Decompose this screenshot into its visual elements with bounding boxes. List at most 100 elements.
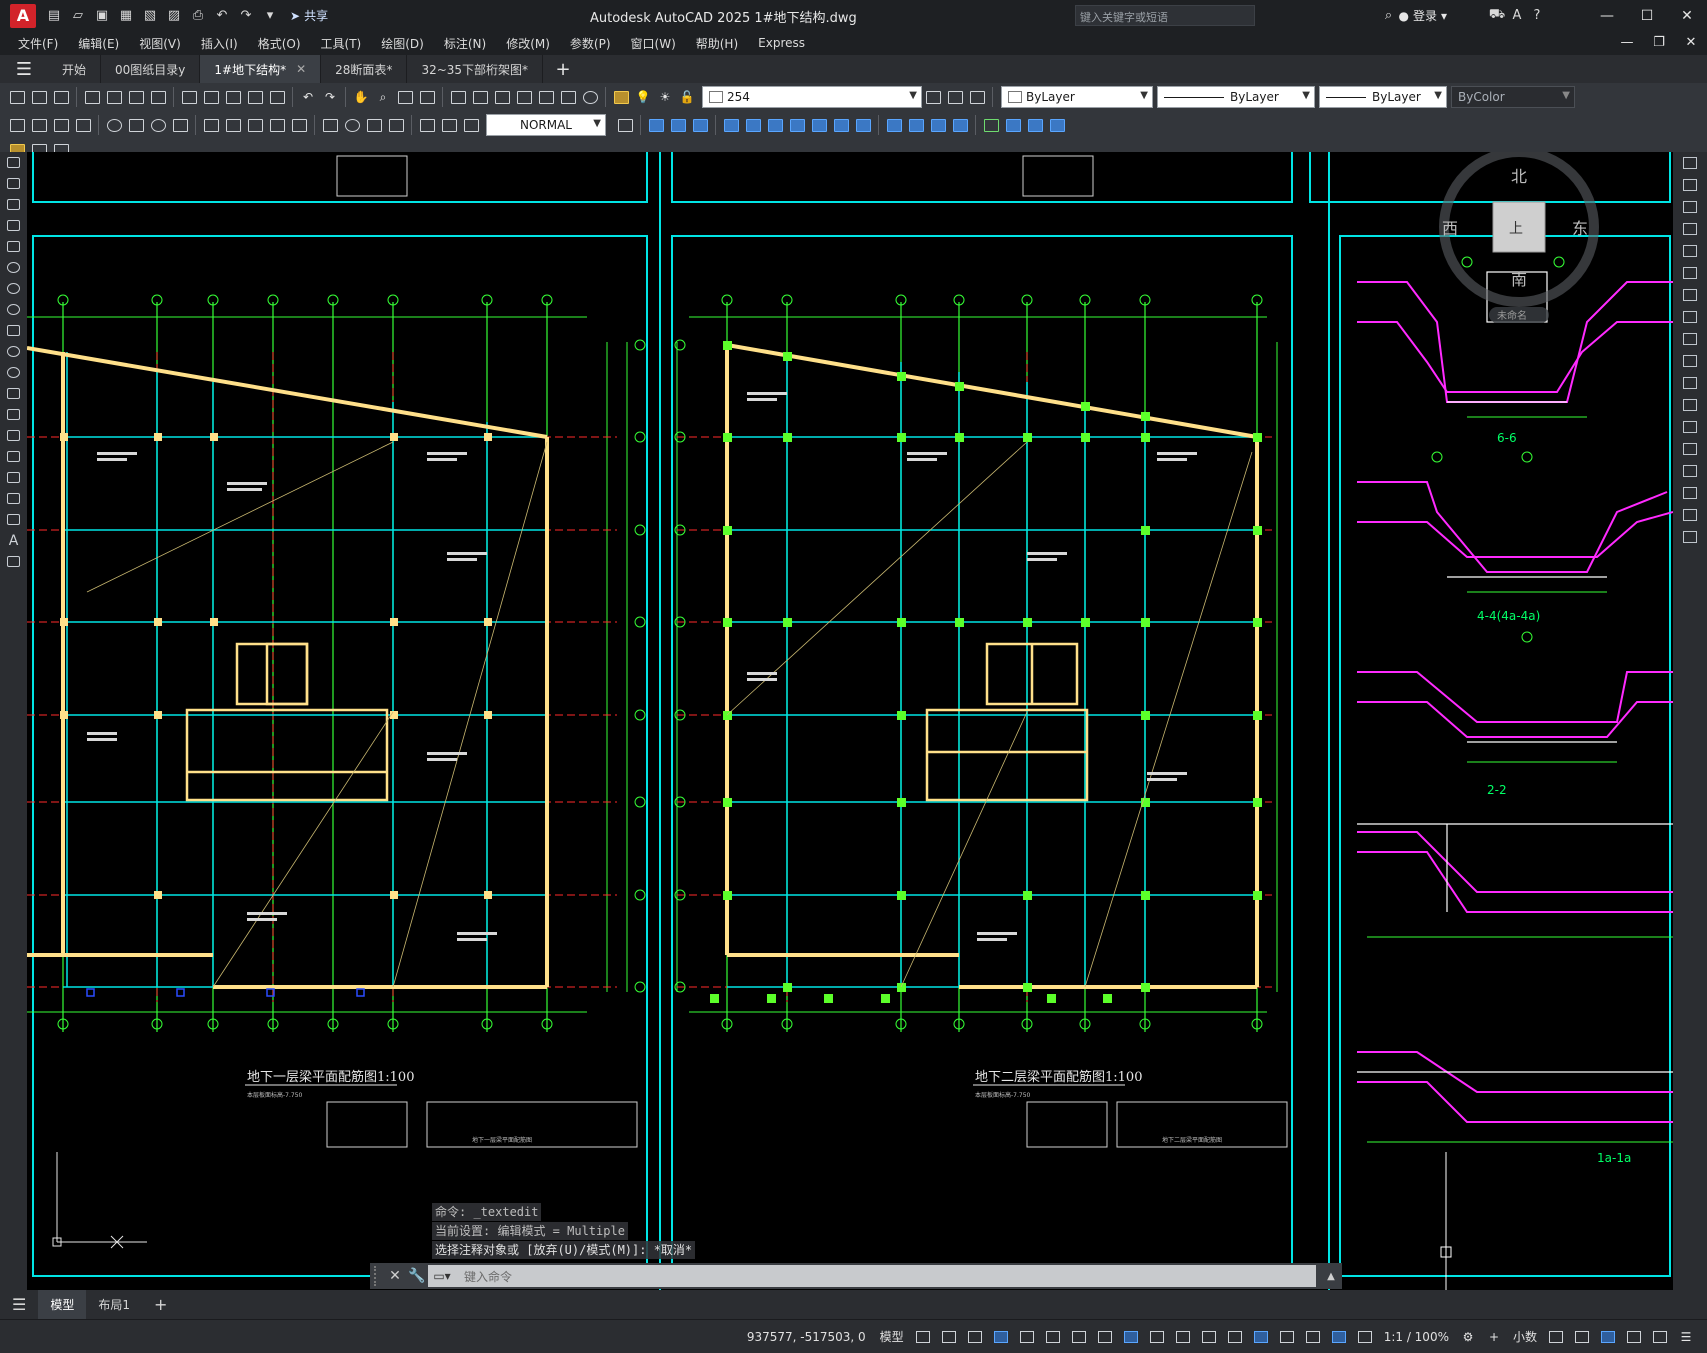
arc-length-icon[interactable] bbox=[50, 114, 72, 136]
paste-icon[interactable] bbox=[222, 86, 244, 108]
new-icon[interactable] bbox=[6, 86, 28, 108]
polar-tracking-icon[interactable] bbox=[1042, 1326, 1064, 1348]
viewcube[interactable]: 北 南 西 东 上 未命名 bbox=[1439, 152, 1599, 323]
plot-preview-icon[interactable] bbox=[103, 86, 125, 108]
copy-object-icon[interactable] bbox=[1673, 174, 1707, 196]
quick-dim-icon[interactable] bbox=[200, 114, 222, 136]
properties-icon[interactable] bbox=[447, 86, 469, 108]
convert-to-solid-icon[interactable] bbox=[1024, 114, 1046, 136]
extend-icon[interactable] bbox=[1673, 372, 1707, 394]
plot-icon[interactable]: ⎙ bbox=[188, 6, 208, 26]
tab-truss-drawing[interactable]: 32~35下部桁架图* bbox=[407, 55, 544, 83]
open-file-icon[interactable]: ▱ bbox=[68, 6, 88, 26]
table-icon[interactable] bbox=[0, 509, 27, 530]
erase-icon[interactable] bbox=[1673, 152, 1707, 174]
menu-file[interactable]: 文件(F) bbox=[0, 35, 68, 52]
history-toggle-icon[interactable]: ▲ bbox=[1320, 1271, 1342, 1282]
recent-commands-icon[interactable]: ▭▾ bbox=[428, 1265, 456, 1287]
lock-ui-icon[interactable] bbox=[1571, 1326, 1593, 1348]
mirror-icon[interactable] bbox=[1673, 196, 1707, 218]
copy-icon[interactable] bbox=[200, 86, 222, 108]
undo-icon[interactable]: ↶ bbox=[297, 86, 319, 108]
doc-minimize-button[interactable]: — bbox=[1611, 31, 1643, 55]
lineweight-display-icon[interactable] bbox=[1146, 1326, 1168, 1348]
subtract-icon[interactable] bbox=[742, 114, 764, 136]
offset-icon[interactable] bbox=[1673, 218, 1707, 240]
rotate-icon[interactable] bbox=[1673, 284, 1707, 306]
doc-close-button[interactable]: ✕ bbox=[1675, 31, 1707, 55]
wedge-icon[interactable] bbox=[667, 114, 689, 136]
annotation-monitor-icon[interactable]: + bbox=[1483, 1326, 1505, 1348]
ortho-icon[interactable] bbox=[1016, 1326, 1038, 1348]
tab-basement-structure[interactable]: 1#地下结构* ✕ bbox=[200, 55, 322, 83]
revcloud-icon[interactable] bbox=[0, 299, 27, 320]
tool-palettes-icon[interactable] bbox=[491, 86, 513, 108]
layer-previous-icon[interactable] bbox=[944, 86, 966, 108]
make-block-icon[interactable] bbox=[0, 404, 27, 425]
customize-wrench-icon[interactable]: 🔧 bbox=[406, 1268, 428, 1284]
tab-start[interactable]: 开始 bbox=[48, 55, 102, 83]
viewcube-west[interactable]: 西 bbox=[1442, 219, 1458, 238]
coordinates-readout[interactable]: 937577, -517503, 0 bbox=[747, 1330, 866, 1344]
calculator-icon[interactable] bbox=[557, 86, 579, 108]
layer-properties-icon[interactable] bbox=[610, 86, 632, 108]
close-icon[interactable]: ✕ bbox=[384, 1268, 406, 1284]
3d-osnap-icon[interactable] bbox=[1224, 1326, 1246, 1348]
menu-dimension[interactable]: 标注(N) bbox=[434, 35, 496, 52]
rectangle-icon[interactable] bbox=[0, 236, 27, 257]
aligned-dim-icon[interactable] bbox=[28, 114, 50, 136]
scale-icon[interactable] bbox=[1673, 306, 1707, 328]
isodraft-icon[interactable] bbox=[1068, 1326, 1090, 1348]
stretch-icon[interactable] bbox=[1673, 328, 1707, 350]
gizmo-icon[interactable] bbox=[1302, 1326, 1324, 1348]
mtext-icon[interactable]: A bbox=[0, 530, 27, 551]
ordinate-dim-icon[interactable] bbox=[72, 114, 94, 136]
selection-filter-icon[interactable] bbox=[1276, 1326, 1298, 1348]
linetype-dropdown[interactable]: ByLayer ▼ bbox=[1157, 86, 1315, 108]
close-window-button[interactable]: ✕ bbox=[1667, 0, 1707, 31]
markup-icon[interactable] bbox=[535, 86, 557, 108]
slice-icon[interactable] bbox=[786, 114, 808, 136]
fillet-icon[interactable] bbox=[1673, 482, 1707, 504]
close-tab-icon[interactable]: ✕ bbox=[296, 62, 306, 76]
login-button[interactable]: ● 登录 ▾ bbox=[1398, 7, 1447, 24]
ellipse-icon[interactable] bbox=[0, 341, 27, 362]
model-space-canvas[interactable]: 6-6 4-4(4a-4a) 2-2 1a-1a 地下一层梁平面配筋图1:100… bbox=[27, 152, 1673, 1290]
minimize-button[interactable]: — bbox=[1587, 0, 1627, 31]
add-selected-icon[interactable] bbox=[0, 551, 27, 572]
ellipse-arc-icon[interactable] bbox=[0, 362, 27, 383]
share-button[interactable]: ➤ 共享 bbox=[290, 7, 328, 24]
publish-icon[interactable] bbox=[125, 86, 147, 108]
jogged-linear-icon[interactable] bbox=[385, 114, 407, 136]
gradient-icon[interactable] bbox=[0, 467, 27, 488]
layer-dropdown[interactable]: 254 ▼ bbox=[702, 86, 922, 108]
undo-icon[interactable]: ↶ bbox=[212, 6, 232, 26]
join-icon[interactable] bbox=[1673, 438, 1707, 460]
menu-parametric[interactable]: 参数(P) bbox=[560, 35, 621, 52]
arc-icon[interactable] bbox=[0, 257, 27, 278]
make-current-layer-icon[interactable] bbox=[922, 86, 944, 108]
redo-icon[interactable]: ↷ bbox=[319, 86, 341, 108]
imprint-icon[interactable] bbox=[808, 114, 830, 136]
clean-screen-icon[interactable] bbox=[1649, 1326, 1671, 1348]
3d-mirror-icon[interactable] bbox=[949, 114, 971, 136]
region-icon[interactable] bbox=[0, 488, 27, 509]
annotation-visibility-icon[interactable] bbox=[1328, 1326, 1350, 1348]
convert-to-surface-icon[interactable] bbox=[1046, 114, 1068, 136]
box-icon[interactable] bbox=[645, 114, 667, 136]
add-layout-button[interactable]: + bbox=[142, 1290, 179, 1319]
3d-rotate-icon[interactable] bbox=[905, 114, 927, 136]
menu-window[interactable]: 窗口(W) bbox=[621, 35, 686, 52]
line-icon[interactable] bbox=[0, 152, 27, 173]
polygon-icon[interactable] bbox=[0, 215, 27, 236]
color-dropdown[interactable]: ByLayer ▼ bbox=[1001, 86, 1153, 108]
separate-icon[interactable] bbox=[830, 114, 852, 136]
save-icon[interactable]: ▣ bbox=[92, 6, 112, 26]
plotstyle-dropdown[interactable]: ByColor ▼ bbox=[1451, 86, 1575, 108]
dynamic-input-icon[interactable] bbox=[990, 1326, 1012, 1348]
circle-icon[interactable] bbox=[0, 278, 27, 299]
viewcube-top[interactable]: 上 bbox=[1509, 221, 1523, 237]
cut-icon[interactable] bbox=[178, 86, 200, 108]
wcs-menu[interactable]: 未命名 bbox=[1497, 309, 1527, 322]
customize-qat-icon[interactable]: ▾ bbox=[260, 6, 280, 26]
